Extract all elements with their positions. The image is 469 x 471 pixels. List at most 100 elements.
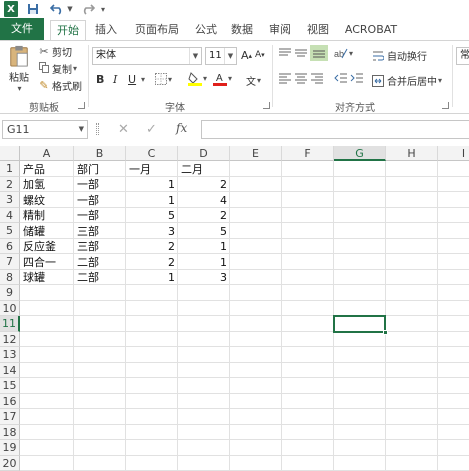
row-header-20[interactable]: 20 [0,455,20,471]
table-cell[interactable]: 1 [178,255,230,270]
row-header-17[interactable]: 17 [0,409,20,425]
column-header-d[interactable]: D [178,146,230,161]
tab-insert[interactable]: 插入 [90,20,122,40]
fill-color-button[interactable]: ▾ [188,71,207,86]
resize-grip-icon[interactable] [96,123,99,135]
table-cell[interactable]: 三部 [74,239,126,254]
tab-home[interactable]: 开始 [50,20,86,41]
cell-header[interactable]: 产品 [20,162,74,177]
row-header-11[interactable]: 11 [0,316,20,332]
clipboard-launcher-icon[interactable] [78,102,85,109]
row-header-8[interactable]: 8 [0,269,20,285]
row-header-3[interactable]: 3 [0,192,20,208]
italic-button[interactable]: I [113,73,117,86]
redo-icon[interactable] [80,1,96,17]
table-cell[interactable]: 球罐 [20,270,74,285]
grow-font-button[interactable]: A ▴ [241,49,252,62]
table-cell[interactable]: 一部 [74,193,126,208]
increase-indent-button[interactable] [350,72,364,84]
table-cell[interactable]: 1 [126,193,178,208]
name-box[interactable]: G11 ▼ [2,120,88,139]
tab-formulas[interactable]: 公式 [190,20,222,40]
column-header-a[interactable]: A [20,146,74,161]
align-middle-button[interactable] [294,47,308,59]
column-header-c[interactable]: C [126,146,178,161]
cell-header[interactable]: 部门 [74,162,126,177]
table-cell[interactable]: 储罐 [20,224,74,239]
row-header-1[interactable]: 1 [0,161,20,177]
table-cell[interactable]: 螺纹 [20,193,74,208]
cancel-icon[interactable]: ✕ [118,122,129,137]
row-header-2[interactable]: 2 [0,176,20,192]
table-cell[interactable]: 2 [178,177,230,192]
table-cell[interactable]: 2 [178,208,230,223]
decrease-indent-button[interactable] [334,72,348,84]
table-cell[interactable]: 5 [178,224,230,239]
table-cell[interactable]: 一部 [74,177,126,192]
enter-icon[interactable]: ✓ [146,122,157,137]
font-size-select[interactable]: 11 ▼ [205,47,237,65]
column-header-f[interactable]: F [282,146,334,161]
cut-button[interactable]: ✂ 剪切 [38,44,72,59]
orientation-button[interactable]: ab ▾ [334,47,353,60]
worksheet-grid[interactable]: A B C D E F G H I 1 2 3 4 5 6 7 8 9 10 11 12 13 14 15 16 17 18 19 20… [0,146,469,471]
table-cell[interactable]: 1 [126,270,178,285]
row-header-12[interactable]: 12 [0,331,20,347]
tab-data[interactable]: 数据 [226,20,258,40]
undo-dropdown-icon[interactable]: ▼ [66,1,74,17]
row-header-6[interactable]: 6 [0,238,20,254]
row-header-7[interactable]: 7 [0,254,20,270]
table-cell[interactable]: 二部 [74,270,126,285]
borders-button[interactable]: ▾ [155,73,172,85]
font-color-button[interactable]: A ▾ [213,71,232,86]
insert-function-icon[interactable]: fx [176,121,187,135]
underline-dropdown-icon[interactable]: ▾ [140,75,145,84]
row-header-15[interactable]: 15 [0,378,20,394]
table-cell[interactable]: 1 [178,239,230,254]
row-header-4[interactable]: 4 [0,207,20,223]
formula-input[interactable] [201,120,469,139]
shrink-font-button[interactable]: A ▾ [255,50,265,60]
tab-review[interactable]: 审阅 [264,20,296,40]
table-cell[interactable]: 精制 [20,208,74,223]
row-header-16[interactable]: 16 [0,393,20,409]
row-header-14[interactable]: 14 [0,362,20,378]
phonetic-button[interactable]: 文 ▾ [246,73,261,88]
table-cell[interactable]: 三部 [74,224,126,239]
format-painter-button[interactable]: ✎ 格式刷 [38,78,82,93]
underline-button[interactable]: U [128,73,136,86]
undo-icon[interactable] [48,1,66,17]
wrap-text-button[interactable]: 自动换行 [372,48,427,63]
cell-header[interactable]: 一月 [126,162,178,177]
table-cell[interactable]: 3 [126,224,178,239]
customize-qat-icon[interactable]: ▾ [98,1,108,17]
copy-button[interactable]: 复制 ▾ [38,61,77,76]
table-cell[interactable]: 2 [126,255,178,270]
column-header-h[interactable]: H [386,146,438,161]
table-cell[interactable]: 1 [126,177,178,192]
table-cell[interactable]: 2 [126,239,178,254]
cell-header[interactable]: 二月 [178,162,230,177]
table-cell[interactable]: 一部 [74,208,126,223]
align-bottom-button[interactable] [310,45,328,61]
fill-handle[interactable] [383,329,388,335]
column-header-b[interactable]: B [74,146,126,161]
merge-center-button[interactable]: 合并后居中 ▾ [372,73,442,88]
save-icon[interactable] [26,1,40,17]
font-launcher-icon[interactable] [263,102,270,109]
align-center-button[interactable] [294,72,308,84]
paste-button[interactable]: 粘贴 ▾ [6,45,32,93]
table-cell[interactable]: 四合一 [20,255,74,270]
align-right-button[interactable] [310,72,324,84]
tab-view[interactable]: 视图 [302,20,334,40]
select-all-corner[interactable] [0,146,20,161]
table-cell[interactable]: 3 [178,270,230,285]
column-header-g[interactable]: G [334,146,386,161]
tab-acrobat[interactable]: ACROBAT [340,20,402,40]
bold-button[interactable]: B [96,73,104,86]
row-header-5[interactable]: 5 [0,223,20,239]
row-header-18[interactable]: 18 [0,424,20,440]
table-cell[interactable]: 加氢 [20,177,74,192]
row-header-19[interactable]: 19 [0,440,20,456]
align-top-button[interactable] [278,47,292,59]
